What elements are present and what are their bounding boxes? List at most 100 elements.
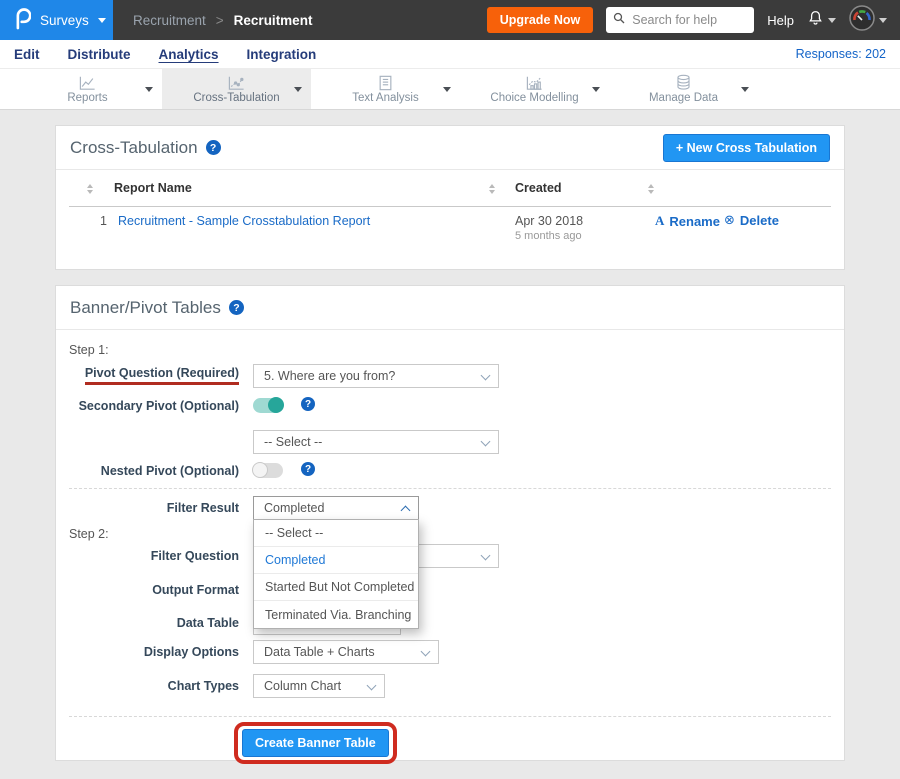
chevron-up-icon: [401, 506, 411, 516]
secondary-pivot-select[interactable]: -- Select --: [253, 430, 499, 454]
section-divider: [69, 488, 831, 489]
display-options-value: Data Table + Charts: [264, 645, 375, 659]
tab-label: Text Analysis: [352, 92, 418, 104]
nav-item-analytics[interactable]: Analytics: [159, 47, 219, 62]
page: Surveys Recruitment > Recruitment Upgrad…: [0, 0, 900, 779]
data-table-label: Data Table: [56, 616, 239, 630]
new-cross-tabulation-button[interactable]: + New Cross Tabulation: [663, 134, 830, 162]
display-options-select[interactable]: Data Table + Charts: [253, 640, 439, 664]
chevron-down-icon: [481, 551, 491, 561]
banner-pivot-header: Banner/Pivot Tables ?: [56, 286, 844, 330]
help-link[interactable]: Help: [767, 13, 794, 28]
pivot-question-value: 5. Where are you from?: [264, 369, 395, 383]
secondary-pivot-toggle[interactable]: [253, 398, 283, 413]
breadcrumb-current: Recruitment: [234, 13, 313, 28]
red-underline-annotation: Pivot Question (Required): [85, 366, 239, 385]
tab-label: Manage Data: [649, 92, 718, 104]
tab-label: Choice Modelling: [490, 92, 578, 104]
rename-button[interactable]: A Rename: [655, 213, 720, 229]
table-divider: [69, 206, 831, 207]
nav-item-integration[interactable]: Integration: [247, 47, 317, 62]
step2-label: Step 2:: [69, 527, 109, 541]
help-question-icon[interactable]: ?: [229, 300, 244, 315]
dropdown-option-completed[interactable]: Completed: [254, 547, 418, 574]
tab-manage-data[interactable]: Manage Data: [609, 69, 758, 109]
chevron-down-icon: [481, 437, 491, 447]
page-title: Cross-Tabulation: [70, 138, 198, 158]
sort-icon[interactable]: [489, 184, 495, 194]
breadcrumb: Recruitment > Recruitment: [133, 13, 312, 28]
cross-tabulation-header: Cross-Tabulation ? + New Cross Tabulatio…: [56, 126, 844, 170]
pivot-question-select[interactable]: 5. Where are you from?: [253, 364, 499, 388]
column-header-report-name[interactable]: Report Name: [114, 181, 192, 195]
delete-button[interactable]: ⊗ Delete: [724, 213, 779, 228]
display-options-label: Display Options: [56, 645, 239, 659]
row-index: 1: [100, 214, 107, 228]
filter-result-label: Filter Result: [56, 501, 239, 515]
sort-icon[interactable]: [648, 184, 654, 194]
chevron-down-icon: [879, 18, 887, 23]
section-title: Banner/Pivot Tables: [70, 298, 221, 318]
dropdown-option-terminated[interactable]: Terminated Via. Branching: [254, 601, 418, 628]
rename-icon: A: [655, 213, 664, 229]
survey-nav: Edit Distribute Analytics Integration Re…: [0, 40, 900, 68]
filter-result-select[interactable]: Completed: [253, 496, 419, 520]
chevron-down-icon: [481, 371, 491, 381]
pivot-question-label: Pivot Question (Required): [56, 366, 239, 385]
delete-icon: ⊗: [724, 213, 735, 228]
surveys-menu-label: Surveys: [40, 13, 89, 28]
tab-choice-modelling[interactable]: Choice Modelling: [460, 69, 609, 109]
nested-pivot-toggle[interactable]: [253, 463, 283, 478]
responses-count[interactable]: Responses: 202: [796, 47, 900, 61]
filter-question-label: Filter Question: [56, 549, 239, 563]
report-name-link[interactable]: Recruitment - Sample Crosstabulation Rep…: [118, 214, 370, 228]
chevron-down-icon[interactable]: [145, 87, 153, 92]
surveys-menu[interactable]: Surveys: [0, 0, 113, 40]
help-search-input[interactable]: [630, 12, 742, 28]
banner-pivot-card: Banner/Pivot Tables ? Step 1: Pivot Ques…: [55, 285, 845, 761]
nested-pivot-label: Nested Pivot (Optional): [56, 464, 239, 478]
created-date: Apr 30 2018: [515, 214, 583, 228]
topbar-actions: Upgrade Now Help: [487, 5, 900, 36]
column-header-created[interactable]: Created: [515, 181, 562, 195]
tab-cross-tabulation[interactable]: Cross-Tabulation: [162, 69, 311, 109]
step1-label: Step 1:: [69, 343, 109, 357]
dropdown-option-started-not-completed[interactable]: Started But Not Completed: [254, 574, 418, 601]
dropdown-option-select[interactable]: -- Select --: [254, 520, 418, 547]
nav-item-edit[interactable]: Edit: [14, 47, 40, 62]
cross-tabulation-card: Cross-Tabulation ? + New Cross Tabulatio…: [55, 125, 845, 270]
secondary-pivot-value: -- Select --: [264, 435, 322, 449]
tab-text-analysis[interactable]: Text Analysis: [311, 69, 460, 109]
filter-result-value: Completed: [264, 501, 324, 515]
help-question-icon[interactable]: ?: [206, 140, 221, 155]
breadcrumb-separator: >: [216, 13, 224, 28]
nav-item-distribute[interactable]: Distribute: [68, 47, 131, 62]
notifications-menu[interactable]: [807, 9, 836, 32]
chevron-down-icon[interactable]: [443, 87, 451, 92]
chevron-down-icon[interactable]: [294, 87, 302, 92]
help-question-icon[interactable]: ?: [301, 397, 315, 411]
tab-reports[interactable]: Reports: [13, 69, 162, 109]
section-divider: [69, 716, 831, 717]
avatar-gauge-icon: [849, 5, 875, 36]
chevron-down-icon: [828, 18, 836, 23]
created-ago: 5 months ago: [515, 230, 582, 242]
chevron-down-icon[interactable]: [741, 87, 749, 92]
search-icon: [613, 11, 625, 29]
sort-icon[interactable]: [87, 184, 93, 194]
secondary-pivot-label: Secondary Pivot (Optional): [56, 399, 239, 413]
upgrade-now-button[interactable]: Upgrade Now: [487, 7, 594, 33]
delete-label: Delete: [740, 213, 779, 228]
bell-icon: [807, 9, 824, 32]
top-bar: Surveys Recruitment > Recruitment Upgrad…: [0, 0, 900, 40]
help-question-icon[interactable]: ?: [301, 462, 315, 476]
create-banner-table-button[interactable]: Create Banner Table: [242, 729, 389, 757]
account-menu[interactable]: [849, 5, 887, 36]
chevron-down-icon: [367, 681, 377, 691]
breadcrumb-parent[interactable]: Recruitment: [133, 13, 206, 28]
help-search[interactable]: [606, 7, 754, 33]
chevron-down-icon: [421, 647, 431, 657]
chevron-down-icon[interactable]: [592, 87, 600, 92]
chart-types-select[interactable]: Column Chart: [253, 674, 385, 698]
chart-types-value: Column Chart: [264, 679, 341, 693]
